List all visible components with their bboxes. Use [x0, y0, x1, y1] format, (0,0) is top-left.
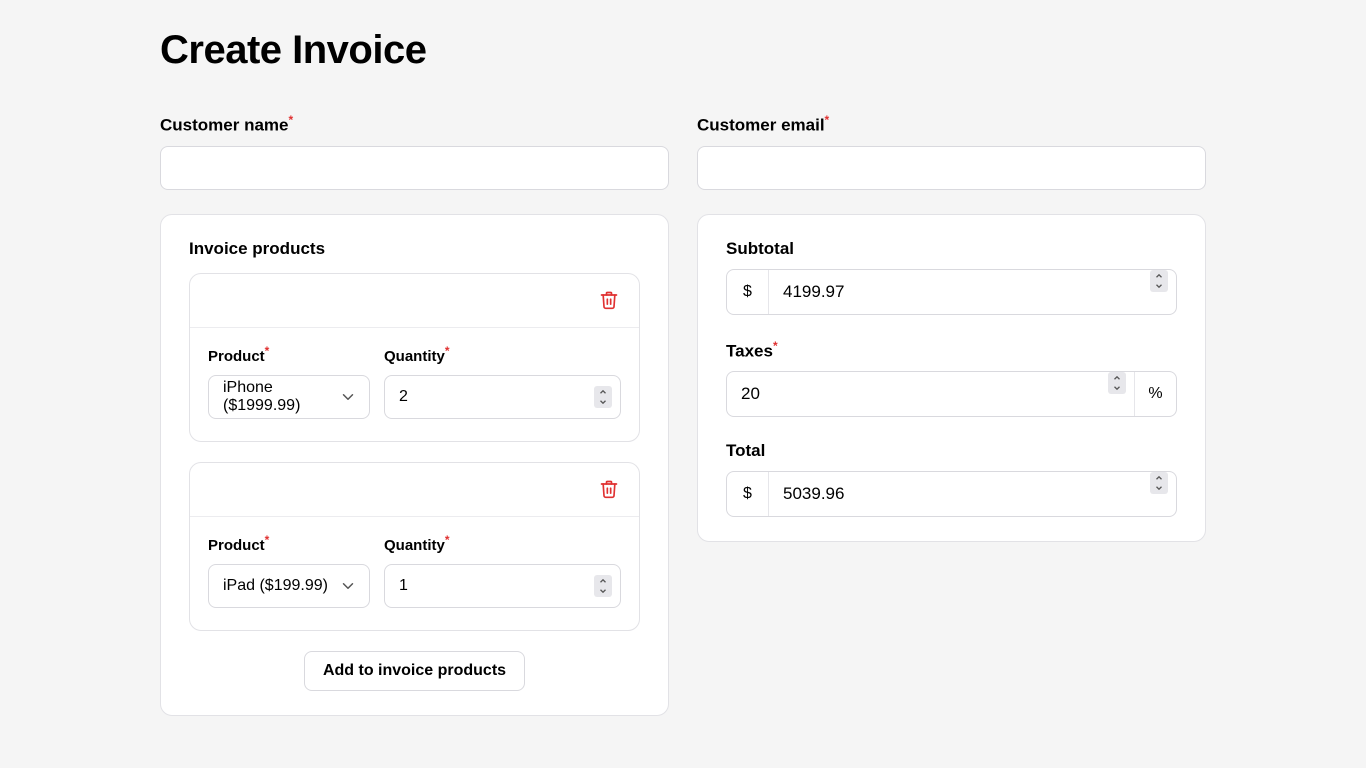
delete-product-button[interactable]: [597, 477, 621, 504]
required-asterisk: *: [825, 113, 830, 127]
invoice-products-title: Invoice products: [189, 239, 640, 259]
invoice-product-row: Product* iPhone ($1999.99) Quantity*: [189, 273, 640, 442]
customer-email-input[interactable]: [697, 146, 1206, 190]
chevron-down-icon: [1112, 383, 1122, 393]
taxes-stepper[interactable]: [1108, 372, 1126, 394]
subtotal-stepper[interactable]: [1150, 270, 1168, 292]
chevron-down-icon: [339, 388, 357, 406]
chevron-up-icon: [1112, 373, 1122, 383]
product-select[interactable]: iPhone ($1999.99): [208, 375, 370, 419]
chevron-down-icon: [339, 577, 357, 595]
trash-icon: [599, 479, 619, 499]
quantity-input[interactable]: [385, 565, 620, 607]
product-label: Product*: [208, 344, 370, 365]
subtotal-input[interactable]: [769, 270, 1142, 314]
customer-name-input[interactable]: [160, 146, 669, 190]
quantity-stepper[interactable]: [594, 386, 612, 408]
chevron-down-icon: [1154, 281, 1164, 291]
quantity-input[interactable]: [385, 376, 620, 418]
add-product-button[interactable]: Add to invoice products: [304, 651, 525, 691]
taxes-label: Taxes*: [726, 339, 1177, 362]
invoice-product-row: Product* iPad ($199.99) Quantity*: [189, 462, 640, 631]
trash-icon: [599, 290, 619, 310]
product-select[interactable]: iPad ($199.99): [208, 564, 370, 608]
total-label: Total: [726, 441, 1177, 461]
chevron-up-icon: [598, 387, 608, 397]
customer-name-label: Customer name*: [160, 113, 669, 136]
currency-prefix: $: [727, 270, 769, 314]
invoice-products-card: Invoice products Product* iPhone ($1999.…: [160, 214, 669, 716]
total-input[interactable]: [769, 472, 1142, 516]
quantity-label: Quantity*: [384, 533, 621, 554]
taxes-input[interactable]: [727, 372, 1100, 416]
percent-suffix: %: [1134, 372, 1176, 416]
chevron-down-icon: [1154, 483, 1164, 493]
chevron-down-icon: [598, 397, 608, 407]
product-label: Product*: [208, 533, 370, 554]
chevron-up-icon: [1154, 271, 1164, 281]
total-stepper[interactable]: [1150, 472, 1168, 494]
subtotal-label: Subtotal: [726, 239, 1177, 259]
required-asterisk: *: [288, 113, 293, 127]
chevron-up-icon: [1154, 473, 1164, 483]
customer-email-label: Customer email*: [697, 113, 1206, 136]
page-title: Create Invoice: [160, 28, 1313, 73]
delete-product-button[interactable]: [597, 288, 621, 315]
totals-card: Subtotal $ Taxes*: [697, 214, 1206, 543]
chevron-down-icon: [598, 586, 608, 596]
currency-prefix: $: [727, 472, 769, 516]
chevron-up-icon: [598, 576, 608, 586]
quantity-stepper[interactable]: [594, 575, 612, 597]
quantity-label: Quantity*: [384, 344, 621, 365]
